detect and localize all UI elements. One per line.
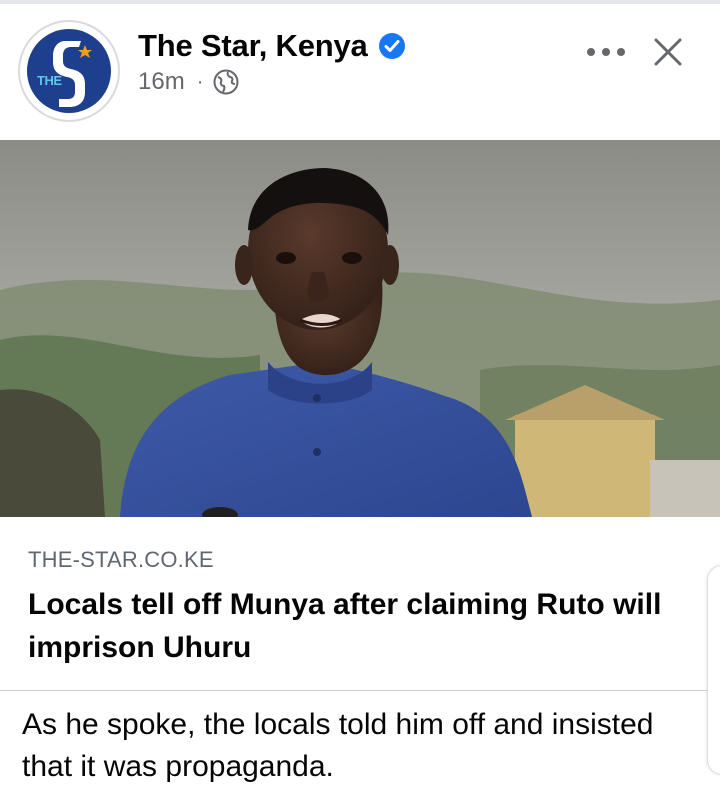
post-caption: As he spoke, the locals told him off and…	[22, 708, 654, 783]
link-preview-card[interactable]: THE-STAR.CO.KE Locals tell off Munya aft…	[0, 517, 720, 691]
post-meta: 16m ·	[138, 66, 239, 98]
globe-icon[interactable]	[213, 69, 239, 95]
more-options-icon[interactable]	[583, 32, 629, 72]
star-logo-icon	[53, 41, 92, 107]
link-title[interactable]: Locals tell off Munya after claiming Rut…	[28, 583, 668, 669]
post-timestamp[interactable]: 16m	[138, 68, 185, 96]
link-domain: THE-STAR.CO.KE	[28, 547, 214, 572]
page-name[interactable]: The Star, Kenya	[138, 28, 368, 64]
link-preview-image[interactable]	[0, 140, 720, 517]
close-icon[interactable]	[648, 32, 688, 72]
logo-the-text: THE	[37, 73, 62, 88]
next-card-edge	[707, 565, 720, 775]
page-logo: THE	[27, 29, 111, 113]
article-photo	[0, 140, 720, 517]
meta-separator: ·	[196, 70, 204, 93]
page-avatar[interactable]: THE	[18, 20, 120, 122]
verified-badge-icon	[378, 33, 405, 59]
page-name-row: The Star, Kenya	[138, 26, 406, 66]
post-header: THE The Star, Kenya 16m ·	[0, 4, 720, 138]
